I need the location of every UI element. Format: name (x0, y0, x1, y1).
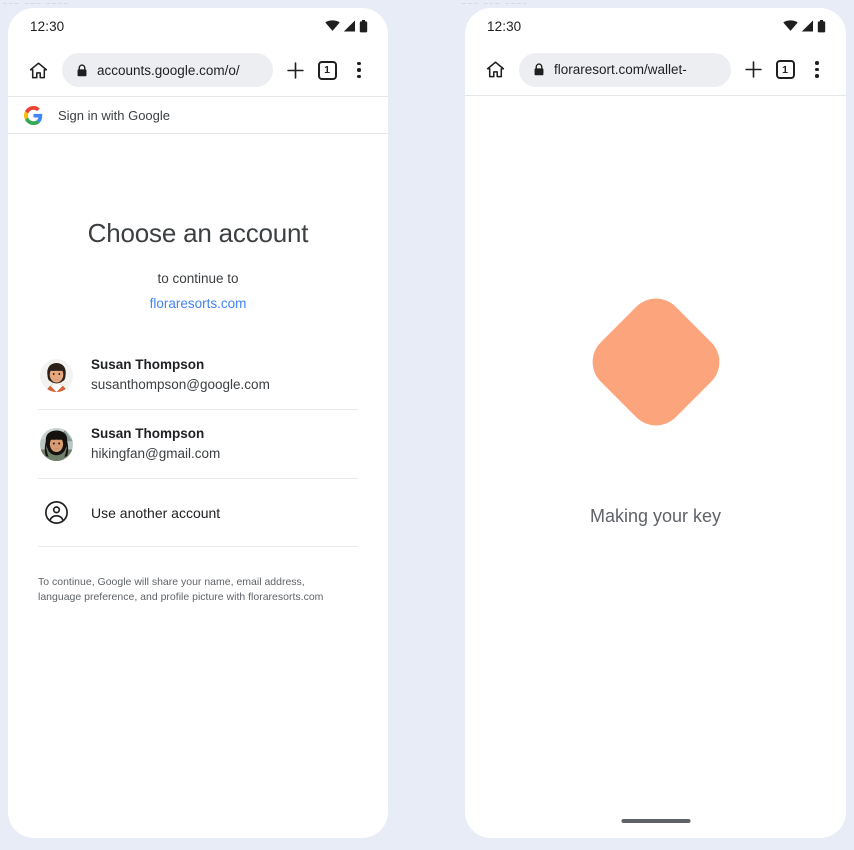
address-bar-url-right: floraresort.com/wallet- (554, 62, 687, 77)
use-another-account-row[interactable]: Use another account (38, 479, 358, 547)
avatar-susan-personal (40, 427, 73, 461)
phone-right: 12:30 floraresort.com/wallet- 1 Making y (465, 8, 846, 838)
wallet-status-text: Making your key (589, 506, 722, 526)
address-bar-left[interactable]: accounts.google.com/o/ (62, 53, 273, 87)
account-row-personal[interactable]: Susan Thompson hikingfan@gmail.com (38, 410, 358, 479)
account-name: Susan Thompson (91, 357, 205, 372)
status-time: 12:30 (30, 18, 65, 34)
continue-to-domain-link[interactable]: floraresorts.com (38, 296, 358, 311)
wifi-icon (325, 20, 340, 31)
account-list: Susan Thompson susanthompson@google.com (38, 341, 358, 547)
overflow-menu-icon (357, 61, 361, 79)
tab-switcher-button-right[interactable]: 1 (769, 54, 801, 86)
battery-icon (359, 19, 368, 32)
battery-icon (817, 19, 826, 32)
wifi-icon (783, 20, 798, 31)
browser-toolbar-right: floraresort.com/wallet- 1 (465, 44, 846, 96)
continue-to-label: to continue to (157, 271, 239, 286)
wallet-key-screen: Making your key (465, 96, 846, 837)
overflow-menu-button-left[interactable] (343, 54, 375, 86)
lock-icon (533, 63, 545, 76)
account-row-work[interactable]: Susan Thompson susanthompson@google.com (38, 341, 358, 410)
account-text-personal: Susan Thompson hikingfan@gmail.com (91, 424, 220, 464)
key-diamond-shape (580, 287, 731, 437)
cropped-ghost-text-right: ––– ––– –––– (462, 0, 529, 7)
home-button-right[interactable] (479, 54, 511, 86)
home-button-left[interactable] (22, 54, 54, 86)
tab-count-badge-left: 1 (317, 60, 337, 80)
signal-icon (801, 20, 813, 32)
status-bar-right: 12:30 (465, 8, 846, 44)
address-bar-right[interactable]: floraresort.com/wallet- (519, 52, 731, 87)
home-icon (29, 61, 47, 78)
google-signin-header-label: Sign in with Google (58, 107, 171, 123)
google-signin-header: Sign in with Google (8, 96, 388, 134)
account-email: susanthompson@google.com (91, 377, 270, 392)
home-icon (486, 61, 504, 78)
phone-left: 12:30 accounts.google.com/o/ 1 Sign in w… (8, 8, 388, 838)
signal-icon (343, 20, 355, 32)
status-time: 12:30 (487, 18, 522, 34)
avatar-susan-work (40, 358, 73, 392)
google-g-icon (24, 105, 43, 125)
account-circle-icon (40, 496, 73, 529)
lock-icon (76, 63, 88, 77)
plus-icon (286, 61, 304, 79)
tab-count-badge-right: 1 (775, 60, 795, 79)
address-bar-url-left: accounts.google.com/o/ (97, 62, 240, 78)
new-tab-button-left[interactable] (279, 54, 311, 86)
status-bar-left: 12:30 (8, 8, 388, 44)
new-tab-button-right[interactable] (737, 54, 769, 86)
page-title: Choose an account (87, 218, 309, 248)
overflow-menu-button-right[interactable] (801, 54, 833, 86)
tab-switcher-button-left[interactable]: 1 (311, 54, 343, 86)
account-email: hikingfan@gmail.com (91, 446, 221, 461)
account-name: Susan Thompson (91, 426, 205, 441)
account-text-work: Susan Thompson susanthompson@google.com (91, 355, 270, 395)
use-another-account-label: Use another account (91, 504, 221, 521)
account-chooser: Choose an account to continue to florare… (8, 218, 388, 605)
gesture-navigation-bar[interactable] (621, 819, 690, 823)
legal-disclaimer: To continue, Google will share your name… (38, 576, 324, 603)
status-icons (325, 19, 368, 33)
browser-toolbar-left: accounts.google.com/o/ 1 (8, 44, 388, 96)
status-icons (783, 19, 826, 33)
cropped-ghost-text-left: ––– ––– –––– (3, 0, 70, 7)
plus-icon (744, 61, 762, 78)
overflow-menu-icon (815, 61, 819, 78)
